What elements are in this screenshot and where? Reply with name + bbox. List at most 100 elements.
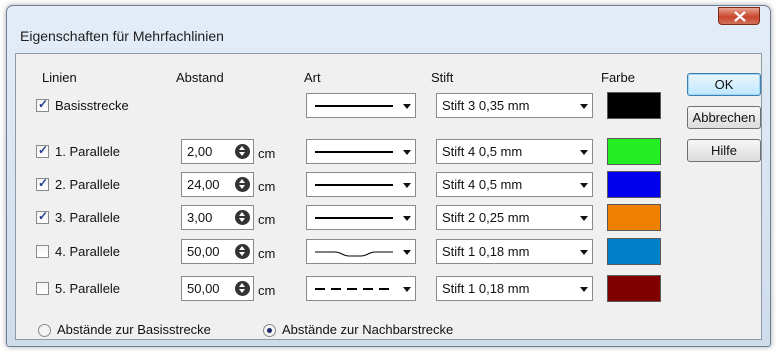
checkbox-parallel-5[interactable] bbox=[36, 282, 49, 295]
pen-select-value: Stift 2 0,25 mm bbox=[442, 210, 530, 225]
cancel-button[interactable]: Abbrechen bbox=[687, 106, 761, 129]
line-row-basisstrecke: ✓ Basisstrecke Stift 3 0,35 mm bbox=[16, 92, 761, 122]
spacing-value: 50,00 bbox=[187, 244, 220, 259]
header-linien: Linien bbox=[42, 70, 77, 85]
pen-select[interactable]: Stift 1 0,18 mm bbox=[436, 276, 593, 301]
pen-select-value: Stift 1 0,18 mm bbox=[442, 244, 530, 259]
header-abstand: Abstand bbox=[176, 70, 224, 85]
line-style-select[interactable] bbox=[306, 205, 416, 230]
spacing-value: 50,00 bbox=[187, 281, 220, 296]
check-icon: ✓ bbox=[38, 143, 49, 157]
close-icon bbox=[734, 11, 746, 22]
row-label: 3. Parallele bbox=[55, 210, 121, 225]
spin-arrows-icon[interactable] bbox=[235, 177, 250, 192]
spacing-spinbox[interactable]: 24,00 bbox=[181, 172, 254, 197]
unit-label: cm bbox=[258, 246, 276, 261]
header-farbe: Farbe bbox=[601, 70, 635, 85]
color-swatch[interactable] bbox=[607, 204, 661, 231]
spin-arrows-icon[interactable] bbox=[235, 244, 250, 259]
unit-label: cm bbox=[258, 283, 276, 298]
checkbox-parallel-1[interactable]: ✓ bbox=[36, 143, 49, 158]
close-button[interactable] bbox=[718, 7, 760, 25]
line-row-parallel-2: ✓ 2. Parallele 24,00 cm Stift 4 0,5 mm bbox=[16, 171, 761, 201]
line-style-select[interactable] bbox=[306, 172, 416, 197]
solid-line-preview bbox=[315, 184, 393, 186]
solid-line-preview bbox=[315, 105, 393, 107]
spacing-spinbox[interactable]: 50,00 bbox=[181, 276, 254, 301]
pen-select[interactable]: Stift 4 0,5 mm bbox=[436, 172, 593, 197]
checkbox-basisstrecke[interactable]: ✓ bbox=[36, 97, 49, 112]
color-swatch[interactable] bbox=[607, 171, 661, 198]
pen-select[interactable]: Stift 2 0,25 mm bbox=[436, 205, 593, 230]
line-row-parallel-1: ✓ 1. Parallele 2,00 cm Stift 4 0,5 mm bbox=[16, 138, 761, 168]
chevron-down-icon bbox=[403, 150, 411, 155]
chevron-down-icon bbox=[403, 183, 411, 188]
pen-select[interactable]: Stift 3 0,35 mm bbox=[436, 93, 593, 118]
line-style-select[interactable] bbox=[306, 276, 416, 301]
radio-circle bbox=[263, 324, 276, 337]
row-label: Basisstrecke bbox=[55, 98, 129, 113]
ok-button[interactable]: OK bbox=[687, 73, 761, 96]
spacing-value: 24,00 bbox=[187, 177, 220, 192]
pen-select-value: Stift 4 0,5 mm bbox=[442, 144, 523, 159]
chevron-down-icon bbox=[403, 216, 411, 221]
line-row-parallel-3: ✓ 3. Parallele 3,00 cm Stift 2 0,25 mm bbox=[16, 204, 761, 234]
chevron-down-icon bbox=[403, 250, 411, 255]
pen-select-value: Stift 4 0,5 mm bbox=[442, 177, 523, 192]
solid-line-preview bbox=[315, 151, 393, 153]
line-style-select[interactable] bbox=[306, 93, 416, 118]
row-label: 2. Parallele bbox=[55, 177, 121, 192]
dialog-window: Eigenschaften für Mehrfachlinien Linien … bbox=[6, 5, 771, 347]
color-swatch[interactable] bbox=[607, 275, 661, 302]
line-row-parallel-5: 5. Parallele 50,00 cm Stift 1 0,18 mm bbox=[16, 275, 761, 305]
pen-select-value: Stift 3 0,35 mm bbox=[442, 98, 530, 113]
pen-select[interactable]: Stift 1 0,18 mm bbox=[436, 239, 593, 264]
solid-line-preview bbox=[315, 217, 393, 219]
chevron-down-icon bbox=[580, 216, 588, 221]
color-swatch[interactable] bbox=[607, 238, 661, 265]
spacing-spinbox[interactable]: 50,00 bbox=[181, 239, 254, 264]
spacing-spinbox[interactable]: 2,00 bbox=[181, 139, 254, 164]
chevron-down-icon bbox=[580, 183, 588, 188]
radio-circle bbox=[38, 324, 51, 337]
wave-line-preview bbox=[315, 251, 393, 257]
spin-arrows-icon[interactable] bbox=[235, 281, 250, 296]
chevron-down-icon bbox=[403, 104, 411, 109]
dashed-line-preview bbox=[315, 288, 393, 290]
unit-label: cm bbox=[258, 212, 276, 227]
header-art: Art bbox=[304, 70, 321, 85]
color-swatch[interactable] bbox=[607, 92, 661, 119]
check-icon: ✓ bbox=[38, 176, 49, 190]
check-icon: ✓ bbox=[38, 97, 49, 111]
spacing-value: 2,00 bbox=[187, 144, 213, 159]
row-label: 5. Parallele bbox=[55, 281, 121, 296]
row-label: 1. Parallele bbox=[55, 144, 121, 159]
help-button[interactable]: Hilfe bbox=[687, 139, 761, 162]
row-label: 4. Parallele bbox=[55, 244, 121, 259]
radio-label: Abstände zur Nachbarstrecke bbox=[282, 322, 454, 337]
spacing-spinbox[interactable]: 3,00 bbox=[181, 205, 254, 230]
spin-arrows-icon[interactable] bbox=[235, 210, 250, 225]
spin-arrows-icon[interactable] bbox=[235, 144, 250, 159]
line-style-select[interactable] bbox=[306, 239, 416, 264]
pen-select-value: Stift 1 0,18 mm bbox=[442, 281, 530, 296]
line-row-parallel-4: 4. Parallele 50,00 cm Stift 1 0,18 mm bbox=[16, 238, 761, 268]
radio-label: Abstände zur Basisstrecke bbox=[57, 322, 211, 337]
dialog-client-area: Linien Abstand Art Stift Farbe ✓ Basisst… bbox=[15, 53, 762, 340]
checkbox-parallel-3[interactable]: ✓ bbox=[36, 209, 49, 224]
header-stift: Stift bbox=[431, 70, 454, 85]
checkbox-parallel-4[interactable] bbox=[36, 245, 49, 258]
unit-label: cm bbox=[258, 179, 276, 194]
chevron-down-icon bbox=[580, 250, 588, 255]
spacing-value: 3,00 bbox=[187, 210, 213, 225]
checkbox-parallel-2[interactable]: ✓ bbox=[36, 176, 49, 191]
chevron-down-icon bbox=[580, 287, 588, 292]
check-icon: ✓ bbox=[38, 209, 49, 223]
pen-select[interactable]: Stift 4 0,5 mm bbox=[436, 139, 593, 164]
line-style-select[interactable] bbox=[306, 139, 416, 164]
chevron-down-icon bbox=[580, 150, 588, 155]
chevron-down-icon bbox=[580, 104, 588, 109]
color-swatch[interactable] bbox=[607, 138, 661, 165]
dialog-title: Eigenschaften für Mehrfachlinien bbox=[20, 28, 224, 44]
unit-label: cm bbox=[258, 146, 276, 161]
